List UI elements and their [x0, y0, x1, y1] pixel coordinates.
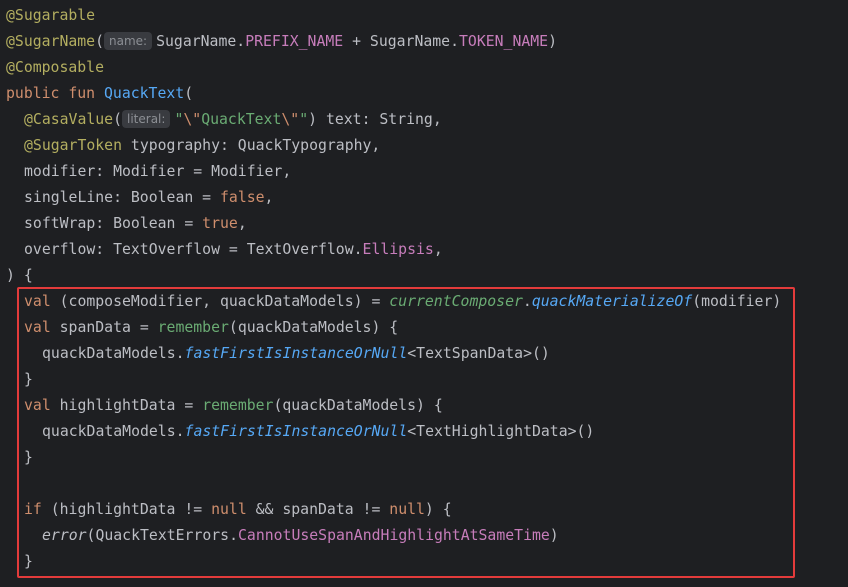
constant: PREFIX_NAME — [245, 33, 344, 50]
code-line[interactable]: @Sugarable — [0, 3, 848, 29]
code-text: ) text: String, — [308, 111, 442, 128]
keyword: false — [220, 189, 265, 206]
code-line[interactable]: softWrap: Boolean = true, — [0, 211, 848, 237]
code-text: , — [264, 189, 274, 206]
paren: ( — [95, 33, 105, 50]
string: " — [299, 111, 309, 128]
code-line[interactable]: overflow: TextOverflow = TextOverflow.El… — [0, 237, 848, 263]
annotation: @Composable — [6, 59, 104, 76]
code-line[interactable]: ) { — [0, 263, 848, 289]
paren: ( — [113, 111, 123, 128]
annotation: @CasaValue — [24, 111, 114, 128]
code-text: ) { — [6, 267, 33, 284]
code-line[interactable]: @Composable — [0, 55, 848, 81]
keyword: true — [202, 215, 238, 232]
escape-sequence: \" — [281, 111, 300, 128]
code-text: ( — [184, 85, 194, 102]
code-line[interactable]: @CasaValue(literal: "\"QuackText\"") text… — [0, 107, 848, 133]
highlight-box — [17, 287, 795, 578]
code-line[interactable]: public fun QuackText( — [0, 81, 848, 107]
escape-sequence: \" — [183, 111, 202, 128]
code-text: , — [237, 215, 247, 232]
code-text: modifier: Modifier = Modifier, — [24, 163, 292, 180]
code-text: typography: QuackTypography, — [122, 137, 381, 154]
code-text: SugarName. — [156, 33, 246, 50]
function-name: QuackText — [104, 85, 185, 102]
string: QuackText — [201, 111, 282, 128]
annotation: @Sugarable — [6, 7, 96, 24]
parameter-hint: name: — [104, 32, 153, 50]
code-text: , — [433, 241, 443, 258]
code-line[interactable]: @SugarToken typography: QuackTypography, — [0, 133, 848, 159]
code-editor[interactable]: @Sugarable @SugarName(name: SugarName.PRE… — [0, 0, 848, 587]
constant: Ellipsis — [362, 241, 434, 258]
constant: TOKEN_NAME — [459, 33, 549, 50]
paren: ) — [548, 33, 558, 50]
code-line[interactable]: modifier: Modifier = Modifier, — [0, 159, 848, 185]
annotation: @SugarToken — [24, 137, 122, 154]
parameter-hint: literal: — [122, 110, 171, 128]
annotation: @SugarName — [6, 33, 96, 50]
code-text: overflow: TextOverflow = TextOverflow. — [24, 241, 363, 258]
code-line[interactable]: singleLine: Boolean = false, — [0, 185, 848, 211]
code-text: softWrap: Boolean = — [24, 215, 203, 232]
code-text: + SugarName. — [343, 33, 459, 50]
code-text: singleLine: Boolean = — [24, 189, 220, 206]
code-line[interactable]: @SugarName(name: SugarName.PREFIX_NAME + … — [0, 29, 848, 55]
keyword: public fun — [6, 85, 104, 102]
